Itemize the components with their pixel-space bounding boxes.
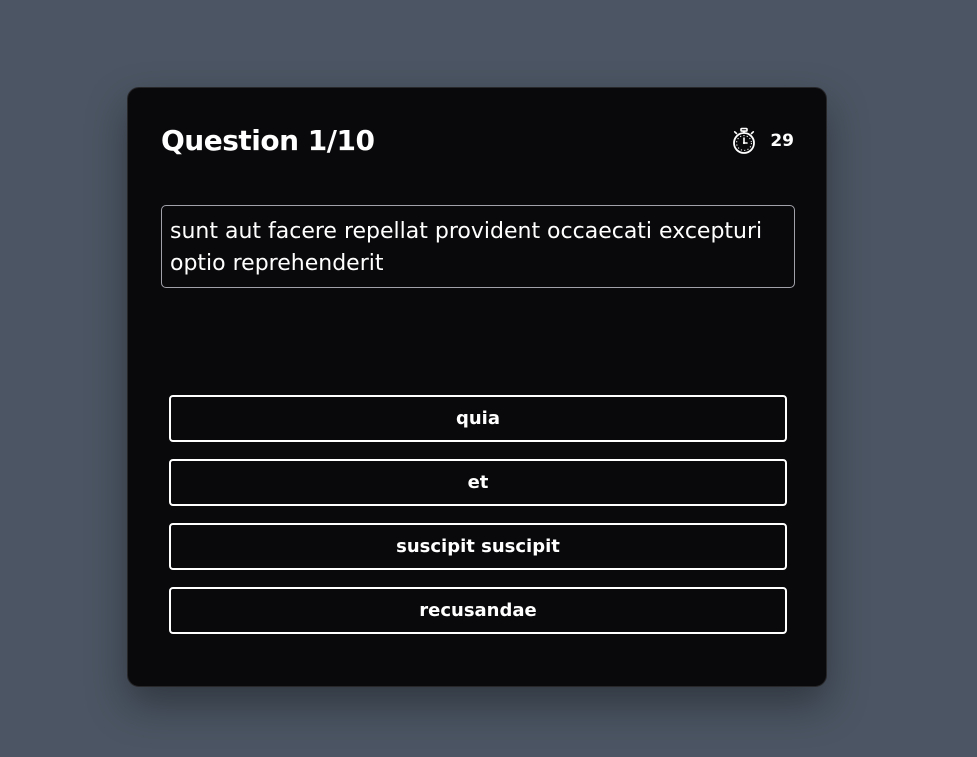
countdown-timer: 29 [730, 125, 794, 157]
quiz-card: Question 1/10 29 sunt aut facere repella… [127, 87, 827, 687]
answer-option-3[interactable]: suscipit suscipit [169, 523, 787, 570]
answer-options: quia et suscipit suscipit recusandae [169, 395, 787, 651]
answer-option-4[interactable]: recusandae [169, 587, 787, 634]
answer-option-2[interactable]: et [169, 459, 787, 506]
stopwatch-icon [733, 127, 756, 154]
question-text: sunt aut facere repellat provident occae… [161, 205, 795, 288]
timer-seconds: 29 [770, 131, 794, 151]
answer-option-1[interactable]: quia [169, 395, 787, 442]
question-counter-title: Question 1/10 [161, 124, 375, 157]
quiz-header: Question 1/10 29 [161, 121, 794, 161]
